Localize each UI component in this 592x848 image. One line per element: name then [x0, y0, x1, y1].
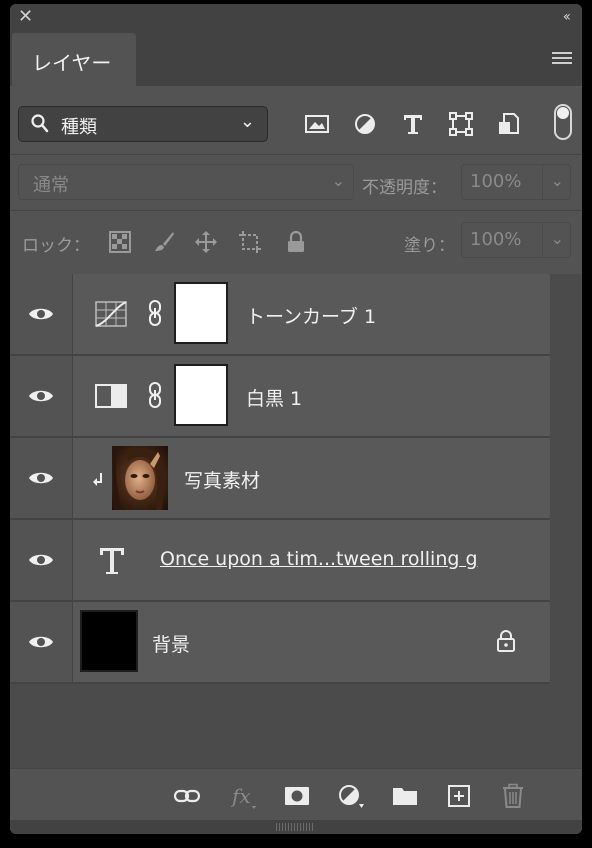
panel-titlebar: ✕ ‹‹: [10, 4, 582, 30]
new-adjustment-layer-icon[interactable]: [338, 783, 364, 809]
delete-layer-trash-icon[interactable]: [500, 783, 526, 809]
locked-layer-icon[interactable]: [496, 630, 516, 652]
visibility-toggle[interactable]: [10, 602, 73, 682]
opacity-label: 不透明度：: [362, 178, 447, 198]
fill-value: 100%: [470, 229, 522, 250]
fill-field[interactable]: 100% ⌄: [461, 222, 571, 258]
lock-label: ロック：: [22, 236, 90, 256]
eye-icon: [29, 636, 53, 648]
new-group-folder-icon[interactable]: [392, 783, 418, 809]
filter-toggle[interactable]: [554, 104, 572, 140]
layers-panel: ✕ ‹‹ レイヤー 種類 ⌄ 通常 ⌄ 不透明度： 100% ⌄ ロック： 塗り…: [10, 4, 582, 834]
lock-position-move-icon[interactable]: [194, 230, 218, 254]
search-icon: [31, 114, 49, 133]
eye-icon: [29, 472, 53, 484]
filter-row: 種類 ⌄: [10, 102, 582, 146]
close-icon[interactable]: ✕: [18, 6, 33, 28]
layer-name[interactable]: 背景: [152, 630, 190, 657]
image-filter-icon[interactable]: [304, 111, 330, 137]
lock-all-icon[interactable]: [284, 230, 308, 254]
layer-row[interactable]: トーンカーブ 1: [10, 274, 550, 356]
adjustment-filter-icon[interactable]: [352, 111, 378, 137]
lock-row: ロック： 塗り： 100% ⌄: [10, 220, 582, 262]
add-mask-icon[interactable]: [284, 783, 310, 809]
divider: [10, 154, 582, 155]
mask-link-icon[interactable]: [147, 300, 163, 326]
visibility-toggle[interactable]: [10, 274, 73, 354]
filter-kind-select[interactable]: 種類 ⌄: [18, 106, 268, 142]
filter-kind-label: 種類: [61, 117, 97, 138]
layer-style-fx-icon[interactable]: fx: [230, 783, 256, 809]
link-layers-icon[interactable]: [174, 783, 200, 809]
blend-mode-select[interactable]: 通常 ⌄: [18, 164, 354, 200]
opacity-field[interactable]: 100% ⌄: [461, 164, 571, 200]
black-white-adjustment-icon: [95, 384, 127, 408]
chevron-down-icon: ⌄: [550, 171, 564, 190]
opacity-value: 100%: [470, 171, 522, 192]
chevron-down-icon: ⌄: [331, 171, 345, 190]
layers-footer: fx: [10, 768, 582, 821]
layer-name[interactable]: Once upon a tim...tween rolling g: [160, 548, 478, 570]
visibility-toggle[interactable]: [10, 520, 73, 600]
visibility-toggle[interactable]: [10, 438, 73, 518]
blend-mode-value: 通常: [33, 175, 69, 196]
smart-object-filter-icon[interactable]: [496, 111, 522, 137]
layers-list: トーンカーブ 1 白黒 1 写真素材 Once upon a tim...twe…: [10, 274, 582, 768]
clipping-mask-arrow-icon: [93, 473, 102, 486]
fill-label: 塗り：: [404, 236, 455, 256]
layer-name[interactable]: トーンカーブ 1: [246, 302, 376, 329]
layer-row[interactable]: 白黒 1: [10, 356, 550, 438]
chevron-down-icon: ⌄: [239, 111, 255, 132]
background-thumbnail[interactable]: [80, 610, 138, 672]
tab-layers-label: レイヤー: [32, 51, 112, 75]
new-layer-icon[interactable]: [446, 783, 472, 809]
lock-image-pixels-brush-icon[interactable]: [152, 230, 176, 254]
layer-name[interactable]: 写真素材: [184, 466, 260, 493]
panel-menu-icon[interactable]: [552, 52, 572, 66]
blend-row: 通常 ⌄ 不透明度： 100% ⌄: [10, 162, 582, 204]
layer-row[interactable]: Once upon a tim...tween rolling g: [10, 520, 550, 602]
shape-filter-icon[interactable]: [448, 111, 474, 137]
layer-row[interactable]: 写真素材: [10, 438, 550, 520]
type-filter-icon[interactable]: [400, 111, 426, 137]
eye-icon: [29, 390, 53, 402]
lock-artboard-icon[interactable]: [238, 230, 262, 254]
tab-layers[interactable]: レイヤー: [12, 33, 136, 86]
mask-link-icon[interactable]: [147, 382, 163, 408]
eye-icon: [29, 554, 53, 566]
panel-tabbar: レイヤー: [10, 30, 582, 86]
lock-transparent-pixels-icon[interactable]: [108, 230, 132, 254]
photo-thumbnail[interactable]: [112, 446, 168, 510]
layer-name[interactable]: 白黒 1: [246, 384, 302, 411]
collapse-icon[interactable]: ‹‹: [563, 7, 571, 27]
text-layer-icon: [100, 548, 124, 574]
layer-mask-thumbnail[interactable]: [174, 282, 228, 344]
visibility-toggle[interactable]: [10, 356, 73, 436]
curves-adjustment-icon: [95, 301, 127, 327]
divider: [10, 210, 582, 211]
layer-row[interactable]: 背景: [10, 602, 550, 684]
eye-icon: [29, 308, 53, 320]
chevron-down-icon: ⌄: [550, 229, 564, 248]
layer-mask-thumbnail[interactable]: [174, 364, 228, 426]
resize-grip[interactable]: [10, 820, 582, 834]
svg-text:fx: fx: [230, 784, 251, 808]
